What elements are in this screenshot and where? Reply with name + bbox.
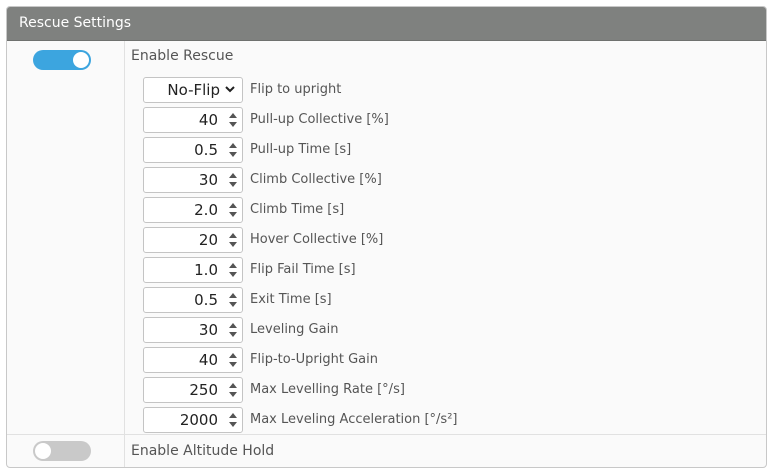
number-input[interactable]: 1.0 xyxy=(143,257,243,283)
number-input-value: 1.0 xyxy=(194,261,218,279)
spinner-up-icon[interactable] xyxy=(229,203,237,208)
spinner-arrows-icon[interactable] xyxy=(228,201,238,219)
setting-row: 30 Climb Collective [%] xyxy=(143,167,766,193)
setting-row: 30 Leveling Gain xyxy=(143,317,766,343)
number-input-value: 20 xyxy=(198,231,218,249)
number-input[interactable]: 0.5 xyxy=(143,287,243,313)
setting-label: Leveling Gain xyxy=(250,322,339,337)
spinner-down-icon[interactable] xyxy=(229,422,237,427)
setting-row: 2.0 Climb Time [s] xyxy=(143,197,766,223)
setting-row: 40 Pull-up Collective [%] xyxy=(143,107,766,133)
setting-row: 40 Flip-to-Upright Gain xyxy=(143,347,766,373)
spinner-up-icon[interactable] xyxy=(229,413,237,418)
spinner-down-icon[interactable] xyxy=(229,272,237,277)
spinner-arrows-icon[interactable] xyxy=(228,381,238,399)
altitude-hold-row: Enable Altitude Hold xyxy=(7,434,766,467)
spinner-down-icon[interactable] xyxy=(229,182,237,187)
setting-label: Hover Collective [%] xyxy=(250,232,384,247)
altitude-hold-content: Enable Altitude Hold xyxy=(125,435,766,467)
spinner-arrows-icon[interactable] xyxy=(228,171,238,189)
spinner-down-icon[interactable] xyxy=(229,122,237,127)
number-input[interactable]: 0.5 xyxy=(143,137,243,163)
number-input[interactable]: 40 xyxy=(143,107,243,133)
spinner-up-icon[interactable] xyxy=(229,293,237,298)
altitude-toggle-cell xyxy=(7,435,125,467)
number-input-value: 2.0 xyxy=(194,201,218,219)
panel-title: Rescue Settings xyxy=(7,7,766,41)
setting-row: 2000 Max Leveling Acceleration [°/s²] xyxy=(143,407,766,433)
number-input-value: 0.5 xyxy=(194,291,218,309)
number-input[interactable]: 2000 xyxy=(143,407,243,433)
enable-altitude-hold-toggle[interactable] xyxy=(33,441,91,461)
toggle-knob xyxy=(35,443,51,459)
spinner-down-icon[interactable] xyxy=(229,362,237,367)
enable-altitude-hold-label: Enable Altitude Hold xyxy=(131,443,275,459)
rescue-settings-panel: Rescue Settings Enable Rescue No-Flip Fl… xyxy=(6,6,767,468)
setting-row: 250 Max Levelling Rate [°/s] xyxy=(143,377,766,403)
spinner-arrows-icon[interactable] xyxy=(228,411,238,429)
setting-row: 20 Hover Collective [%] xyxy=(143,227,766,253)
spinner-arrows-icon[interactable] xyxy=(228,351,238,369)
spinner-up-icon[interactable] xyxy=(229,113,237,118)
setting-row: 0.5 Exit Time [s] xyxy=(143,287,766,313)
spinner-arrows-icon[interactable] xyxy=(228,231,238,249)
spinner-up-icon[interactable] xyxy=(229,353,237,358)
setting-label: Climb Collective [%] xyxy=(250,172,382,187)
enable-rescue-label: Enable Rescue xyxy=(131,48,234,64)
flip-mode-select[interactable]: No-Flip xyxy=(143,77,243,103)
setting-label: Max Levelling Rate [°/s] xyxy=(250,382,405,397)
enable-rescue-toggle[interactable] xyxy=(33,50,91,70)
setting-label: Flip-to-Upright Gain xyxy=(250,352,378,367)
setting-row: 0.5 Pull-up Time [s] xyxy=(143,137,766,163)
setting-label: Pull-up Time [s] xyxy=(250,142,352,157)
number-input[interactable]: 2.0 xyxy=(143,197,243,223)
spinner-arrows-icon[interactable] xyxy=(228,261,238,279)
number-input-value: 40 xyxy=(198,111,218,129)
rescue-toggle-cell xyxy=(7,41,125,434)
spinner-down-icon[interactable] xyxy=(229,242,237,247)
number-input[interactable]: 250 xyxy=(143,377,243,403)
setting-label: Max Leveling Acceleration [°/s²] xyxy=(250,412,458,427)
setting-label: Flip Fail Time [s] xyxy=(250,262,356,277)
setting-flip-to-upright: No-Flip Flip to upright xyxy=(143,77,766,103)
setting-label: Pull-up Collective [%] xyxy=(250,112,389,127)
flip-mode-value: No-Flip xyxy=(167,81,220,99)
rescue-row: Enable Rescue No-Flip Flip to upright 40… xyxy=(7,41,766,434)
number-input[interactable]: 30 xyxy=(143,167,243,193)
toggle-knob xyxy=(73,52,89,68)
number-input[interactable]: 20 xyxy=(143,227,243,253)
setting-label: Flip to upright xyxy=(250,82,342,97)
number-input[interactable]: 40 xyxy=(143,347,243,373)
setting-label: Exit Time [s] xyxy=(250,292,332,307)
spinner-down-icon[interactable] xyxy=(229,392,237,397)
spinner-up-icon[interactable] xyxy=(229,173,237,178)
rescue-settings-content: Enable Rescue No-Flip Flip to upright 40… xyxy=(125,41,766,434)
chevron-down-icon xyxy=(225,86,235,93)
number-input-value: 30 xyxy=(198,321,218,339)
setting-label: Climb Time [s] xyxy=(250,202,345,217)
number-input-value: 40 xyxy=(198,351,218,369)
setting-row: 1.0 Flip Fail Time [s] xyxy=(143,257,766,283)
spinner-arrows-icon[interactable] xyxy=(228,141,238,159)
spinner-up-icon[interactable] xyxy=(229,383,237,388)
spinner-down-icon[interactable] xyxy=(229,332,237,337)
spinner-arrows-icon[interactable] xyxy=(228,321,238,339)
spinner-down-icon[interactable] xyxy=(229,152,237,157)
spinner-arrows-icon[interactable] xyxy=(228,111,238,129)
spinner-down-icon[interactable] xyxy=(229,302,237,307)
spinner-up-icon[interactable] xyxy=(229,263,237,268)
number-input[interactable]: 30 xyxy=(143,317,243,343)
number-input-value: 250 xyxy=(189,381,218,399)
spinner-up-icon[interactable] xyxy=(229,143,237,148)
spinner-up-icon[interactable] xyxy=(229,323,237,328)
spinner-arrows-icon[interactable] xyxy=(228,291,238,309)
number-input-value: 0.5 xyxy=(194,141,218,159)
number-input-value: 30 xyxy=(198,171,218,189)
spinner-up-icon[interactable] xyxy=(229,233,237,238)
number-input-value: 2000 xyxy=(179,411,218,429)
spinner-down-icon[interactable] xyxy=(229,212,237,217)
